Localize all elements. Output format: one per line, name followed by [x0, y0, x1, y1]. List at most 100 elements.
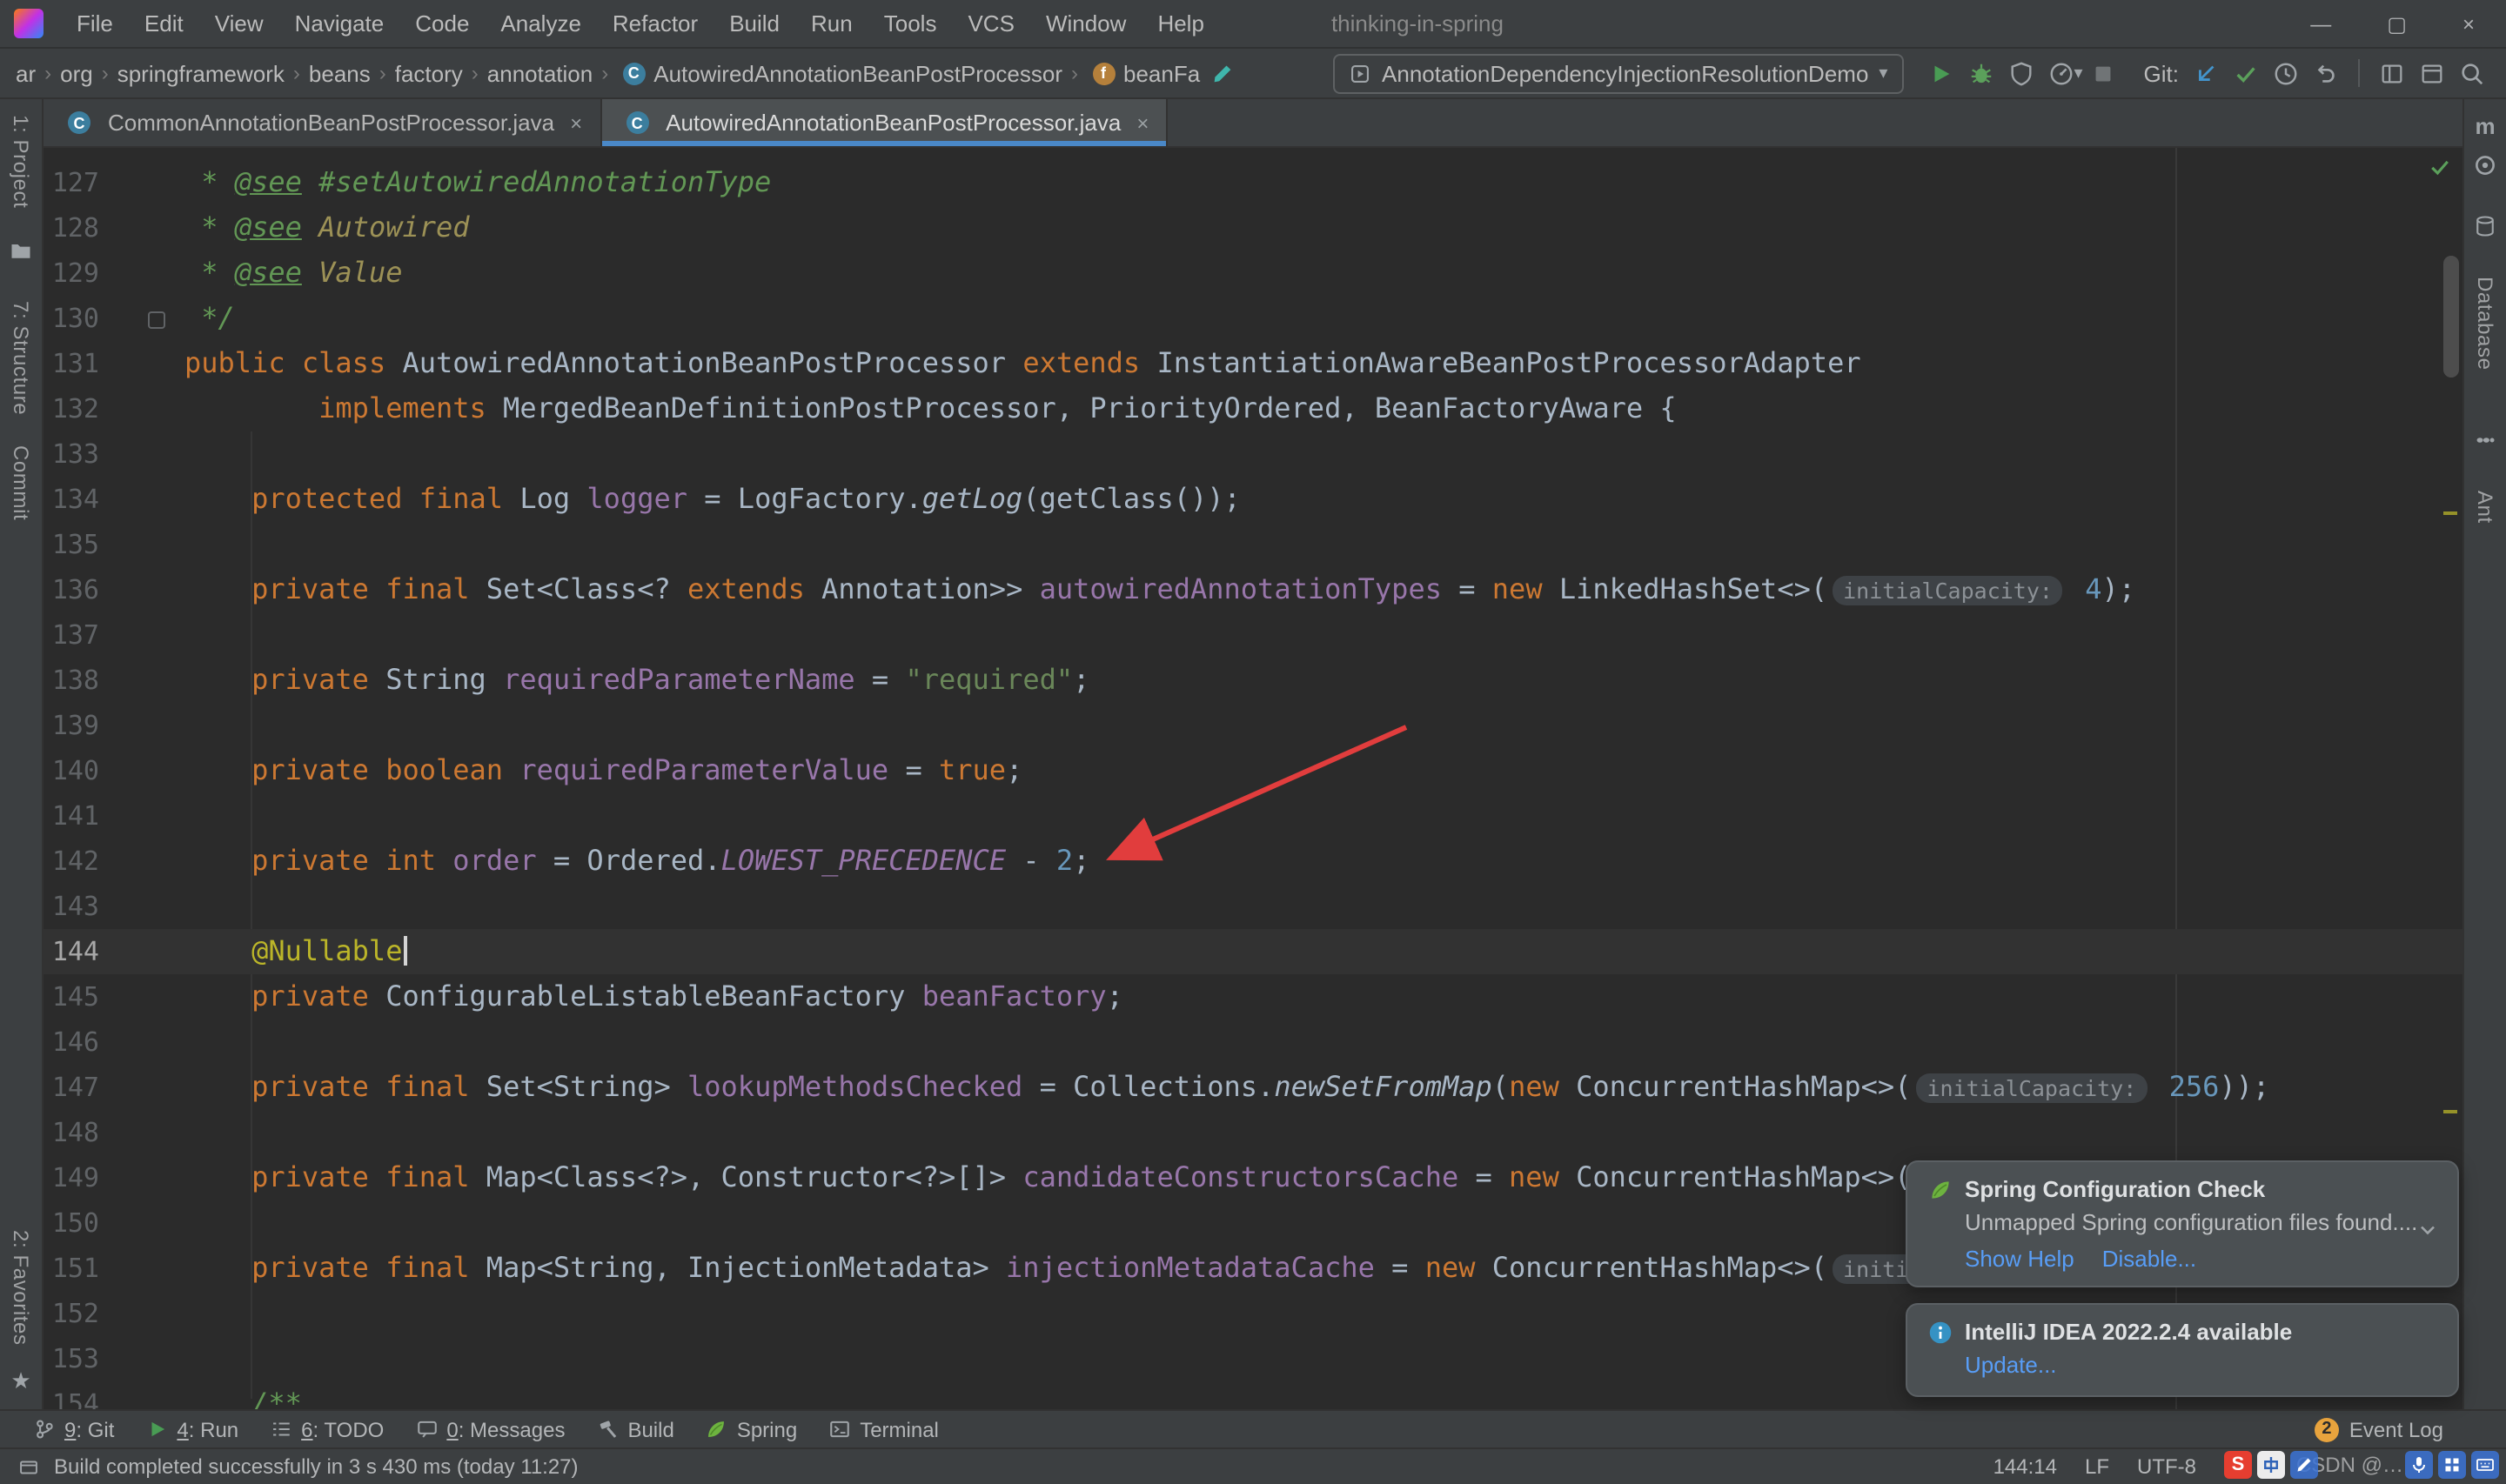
git-history-button[interactable]: [2266, 56, 2306, 90]
tool-window-button-git[interactable]: 9: Git: [17, 1411, 130, 1447]
line-number[interactable]: 149: [44, 1155, 184, 1200]
menu-file[interactable]: File: [61, 10, 129, 37]
code-line[interactable]: 147 private final Set<String> lookupMeth…: [44, 1065, 2462, 1110]
line-number[interactable]: 142: [44, 839, 184, 884]
menu-navigate[interactable]: Navigate: [279, 10, 400, 37]
code-line[interactable]: 140 private boolean requiredParameterVal…: [44, 748, 2462, 793]
event-log-button[interactable]: 2 Event Log: [2314, 1417, 2489, 1441]
git-update-button[interactable]: [2186, 56, 2226, 90]
close-button[interactable]: ×: [2462, 11, 2475, 36]
code-line[interactable]: 130 */: [44, 296, 2462, 341]
show-help-link[interactable]: Show Help: [1965, 1246, 2074, 1272]
code-line[interactable]: 138 private String requiredParameterName…: [44, 658, 2462, 703]
stripe-mark[interactable]: [2443, 1110, 2457, 1113]
menu-tools[interactable]: Tools: [868, 10, 953, 37]
code-line[interactable]: 144 @Nullable: [44, 929, 2462, 974]
code-line[interactable]: 132 implements MergedBeanDefinitionPostP…: [44, 386, 2462, 431]
line-number[interactable]: 140: [44, 748, 184, 793]
line-number[interactable]: 154: [44, 1381, 184, 1409]
sidebar-item-project[interactable]: 1: Project: [9, 115, 33, 208]
code-line[interactable]: 129 * @see Value: [44, 251, 2462, 296]
line-number[interactable]: 135: [44, 522, 184, 567]
sidebar-item-favorites[interactable]: 2: Favorites: [9, 1229, 33, 1345]
git-commit-button[interactable]: [2226, 56, 2266, 90]
code-line[interactable]: 136 private final Set<Class<? extends An…: [44, 567, 2462, 612]
line-number[interactable]: 147: [44, 1065, 184, 1110]
breadcrumb-item[interactable]: ar: [14, 60, 37, 86]
line-number[interactable]: 128: [44, 205, 184, 251]
caret-position-widget[interactable]: 144:14: [1993, 1454, 2057, 1479]
breadcrumb-item[interactable]: springframework: [116, 60, 286, 86]
coverage-button[interactable]: [2000, 56, 2040, 90]
star-icon[interactable]: ★: [10, 1367, 30, 1395]
chevron-down-icon[interactable]: [2416, 1218, 2440, 1242]
edit-location-icon[interactable]: [1202, 56, 1242, 90]
line-number[interactable]: 133: [44, 431, 184, 477]
line-number[interactable]: 145: [44, 974, 184, 1019]
line-number[interactable]: 152: [44, 1291, 184, 1336]
line-number[interactable]: 148: [44, 1110, 184, 1155]
menu-refactor[interactable]: Refactor: [597, 10, 714, 37]
menu-vcs[interactable]: VCS: [952, 10, 1029, 37]
sidebar-item-maven[interactable]: m: [2475, 113, 2495, 139]
close-icon[interactable]: ×: [570, 110, 582, 135]
line-number[interactable]: 146: [44, 1019, 184, 1065]
disable-link[interactable]: Disable...: [2102, 1246, 2196, 1272]
restful-tool-icon[interactable]: [2473, 153, 2497, 186]
tool-window-button-terminal[interactable]: Terminal: [813, 1411, 955, 1447]
line-number[interactable]: 143: [44, 884, 184, 929]
line-number[interactable]: 153: [44, 1336, 184, 1381]
code-line[interactable]: 128 * @see Autowired: [44, 205, 2462, 251]
sidebar-item-ant[interactable]: Ant: [2473, 491, 2497, 524]
tab-autowired-annotation-bean-post-processor[interactable]: C AutowiredAnnotationBeanPostProcessor.j…: [601, 99, 1169, 146]
code-line[interactable]: 141: [44, 793, 2462, 839]
code-line[interactable]: 134 protected final Log logger = LogFact…: [44, 477, 2462, 522]
encoding-widget[interactable]: UTF-8: [2137, 1454, 2196, 1479]
hide-windows-icon[interactable]: [2412, 56, 2452, 90]
tool-window-button-todo[interactable]: 6: TODO: [254, 1411, 399, 1447]
fold-marker-icon[interactable]: [148, 311, 165, 329]
menu-edit[interactable]: Edit: [129, 10, 199, 37]
line-ending-widget[interactable]: LF: [2085, 1454, 2109, 1479]
menu-help[interactable]: Help: [1142, 10, 1220, 37]
menu-build[interactable]: Build: [714, 10, 795, 37]
chevron-down-icon[interactable]: ▾: [2074, 64, 2082, 83]
code-line[interactable]: 131 public class AutowiredAnnotationBeanP…: [44, 341, 2462, 386]
line-number[interactable]: 134: [44, 477, 184, 522]
window-layout-icon[interactable]: [2372, 56, 2412, 90]
code-line[interactable]: 146: [44, 1019, 2462, 1065]
debug-button[interactable]: [1960, 56, 2000, 90]
maximize-button[interactable]: ▢: [2387, 11, 2407, 36]
breadcrumb-item[interactable]: AutowiredAnnotationBeanPostProcessor: [652, 60, 1064, 86]
line-number[interactable]: 127: [44, 160, 184, 205]
menu-window[interactable]: Window: [1030, 10, 1142, 37]
code-line[interactable]: 142 private int order = Ordered.LOWEST_P…: [44, 839, 2462, 884]
menu-run[interactable]: Run: [795, 10, 868, 37]
code-line[interactable]: 148: [44, 1110, 2462, 1155]
line-number[interactable]: 137: [44, 612, 184, 658]
line-number[interactable]: 136: [44, 567, 184, 612]
code-line[interactable]: 143: [44, 884, 2462, 929]
code-line[interactable]: 145 private ConfigurableListableBeanFact…: [44, 974, 2462, 1019]
menu-analyze[interactable]: Analyze: [485, 10, 597, 37]
line-number[interactable]: 129: [44, 251, 184, 296]
breadcrumb-item[interactable]: annotation: [486, 60, 594, 86]
line-number[interactable]: 132: [44, 386, 184, 431]
tool-window-button-spring[interactable]: Spring: [690, 1411, 813, 1447]
update-link[interactable]: Update...: [1965, 1352, 2057, 1378]
line-number[interactable]: 131: [44, 341, 184, 386]
code-line[interactable]: 137: [44, 612, 2462, 658]
tool-window-button-messages[interactable]: 0: Messages: [399, 1411, 580, 1447]
line-number[interactable]: 139: [44, 703, 184, 748]
run-button[interactable]: [1920, 56, 1960, 90]
run-config-selector[interactable]: AnnotationDependencyInjectionResolutionD…: [1333, 53, 1904, 93]
breadcrumb-item[interactable]: org: [58, 60, 95, 86]
git-rollback-button[interactable]: [2306, 56, 2346, 90]
code-line[interactable]: 127 * @see #setAutowiredAnnotationType: [44, 160, 2462, 205]
line-number[interactable]: 138: [44, 658, 184, 703]
sidebar-item-database[interactable]: Database: [2473, 277, 2497, 371]
line-number[interactable]: 144: [44, 929, 184, 974]
tool-window-button-run[interactable]: 4: Run: [130, 1411, 254, 1447]
tool-window-button-build[interactable]: Build: [580, 1411, 689, 1447]
breadcrumb-item[interactable]: beans: [307, 60, 372, 86]
